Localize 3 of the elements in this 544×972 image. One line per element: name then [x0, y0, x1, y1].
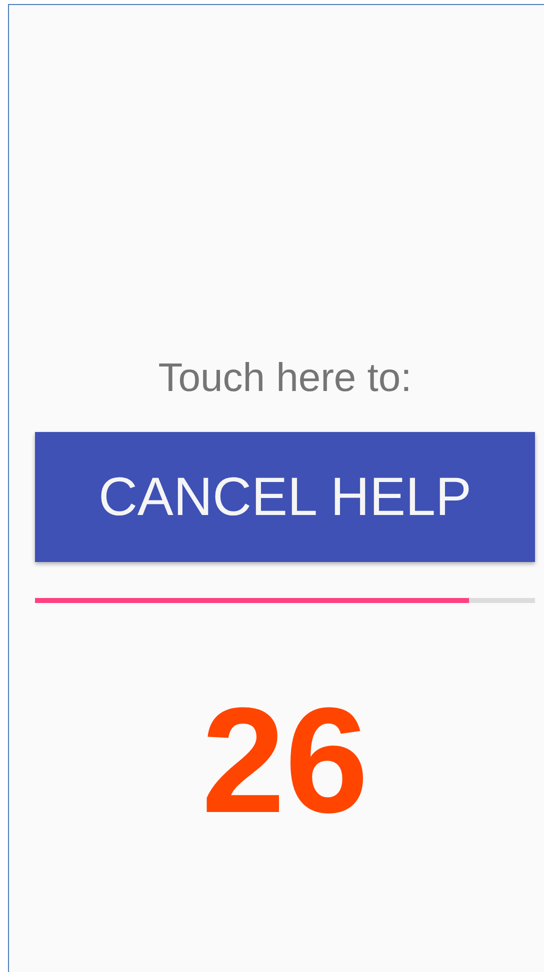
prompt-text: Touch here to:: [158, 355, 412, 402]
cancel-button[interactable]: CANCEL HELP: [35, 432, 535, 562]
countdown-number: 26: [202, 685, 368, 835]
